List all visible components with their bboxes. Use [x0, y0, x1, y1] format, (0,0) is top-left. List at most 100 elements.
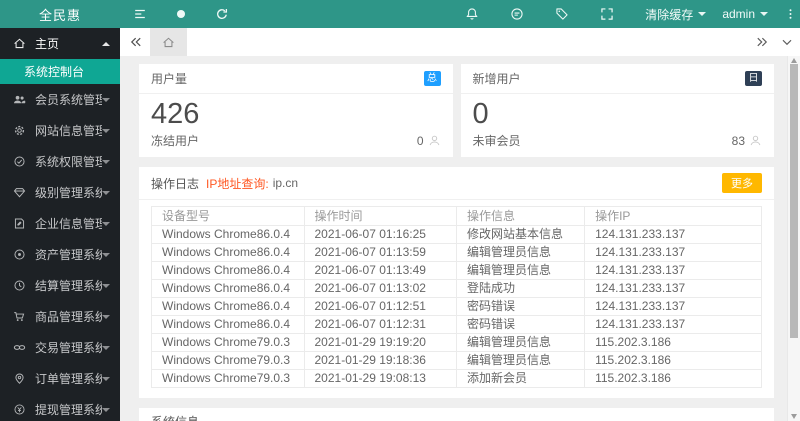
caret-down-icon [102, 190, 110, 195]
notifications-bell-icon[interactable] [465, 7, 479, 21]
sidebar-item-label: 订单管理系统 [35, 372, 102, 386]
scroll-up-arrow-icon[interactable] [791, 58, 797, 63]
stat-badge-total[interactable]: 总 [423, 71, 441, 86]
stat-cards: 用户量 总 426 冻结用户 0 新增用户 日 0 未审会员 83 [139, 64, 774, 157]
users-icon [13, 93, 26, 106]
table-row: Windows Chrome86.0.4 2021-06-07 01:16:25 修… [151, 225, 762, 244]
sidebar-item-2[interactable]: 网站信息管理 [0, 115, 120, 146]
operation-log-card: 操作日志 IP地址查询: ip.cn 更多 设备型号 操作时间 操作信息 操作IP W… [139, 167, 774, 398]
sidebar-item-10[interactable]: 订单管理系统 [0, 363, 120, 394]
sidebar-item-label: 结算管理系统 [35, 279, 102, 293]
caret-down-icon [102, 252, 110, 257]
stat-footer-label: 冻结用户 [151, 134, 200, 148]
topbar-right: 清除缓存 admin [465, 6, 800, 23]
caret-down-icon [102, 376, 110, 381]
column-header: 操作时间 [303, 206, 457, 226]
stat-value: 0 [472, 98, 489, 130]
sidebar-item-9[interactable]: 交易管理系统 [0, 332, 120, 363]
app-logo: 全民惠 [38, 7, 81, 23]
ip-query-label: IP地址查询: [206, 176, 269, 191]
collapse-sidebar-icon[interactable] [133, 7, 147, 21]
chevron-down-icon [760, 12, 768, 16]
column-header: 操作信息 [455, 206, 586, 226]
stat-card-title: 用户量 [151, 72, 188, 86]
topbar: 清除缓存 admin [120, 0, 800, 28]
system-info-card: 系统信息 当前版本域名 [139, 408, 774, 421]
caret-down-icon [102, 97, 110, 102]
messages-icon[interactable] [510, 7, 524, 21]
doc-icon [13, 217, 26, 230]
sidebar-item-6[interactable]: 资产管理系统 [0, 239, 120, 270]
scroll-down-arrow-icon[interactable] [791, 414, 797, 419]
stat-card-users: 用户量 总 426 冻结用户 0 [139, 64, 453, 157]
gear-icon [13, 124, 26, 137]
sidebar-item-label: 系统权限管理 [35, 155, 102, 169]
tab-bar [120, 28, 800, 56]
operation-log-table: 设备型号 操作时间 操作信息 操作IP Windows Chrome86.0.4 202… [151, 206, 762, 388]
stat-card-new-users: 新增用户 日 0 未审会员 83 [460, 64, 774, 157]
fullscreen-icon[interactable] [600, 7, 614, 21]
sidebar-item-11[interactable]: 提现管理系统 [0, 394, 120, 421]
clock-icon [13, 279, 26, 292]
pin-icon [13, 372, 26, 385]
gem-icon [13, 186, 26, 199]
scrollbar-thumb[interactable] [790, 64, 798, 338]
cart-icon [13, 310, 26, 323]
sidebar-subitem-console[interactable]: 系统控制台 [0, 59, 120, 84]
column-header: 设备型号 [151, 206, 305, 226]
tab-home[interactable] [150, 28, 187, 56]
coin-icon [13, 403, 26, 416]
scroll-tabs-left-icon[interactable] [129, 35, 143, 49]
sidebar-item-1[interactable]: 会员系统管理 [0, 84, 120, 115]
refresh-icon[interactable] [215, 7, 229, 21]
caret-down-icon [102, 314, 110, 319]
system-info-title: 系统信息 [139, 408, 774, 421]
main-area: 用户量 总 426 冻结用户 0 新增用户 日 0 未审会员 83 操作日志 I… [120, 28, 800, 421]
sidebar-item-label: 资产管理系统 [35, 248, 102, 262]
sidebar-item-0[interactable]: 主页 [0, 28, 120, 59]
caret-down-icon [102, 345, 110, 350]
caret-down-icon [102, 283, 110, 288]
sidebar-item-label: 主页 [35, 37, 60, 51]
log-card-title: 操作日志 [151, 176, 200, 191]
sidebar-item-label: 提现管理系统 [35, 403, 102, 417]
target-icon [13, 248, 26, 261]
sidebar-item-7[interactable]: 结算管理系统 [0, 270, 120, 301]
dashboard-content: 用户量 总 426 冻结用户 0 新增用户 日 0 未审会员 83 操作日志 I… [120, 56, 787, 421]
caret-down-icon [102, 159, 110, 164]
column-header: 操作IP [584, 206, 762, 226]
theme-dot-icon[interactable] [174, 7, 188, 21]
person-icon [428, 134, 441, 147]
caret-down-icon [102, 407, 110, 412]
table-row: Windows Chrome79.0.3 2021-01-29 19:19:20 编… [151, 333, 762, 352]
app-header: 全民惠 清除缓存 admin [0, 0, 800, 28]
stat-badge-daily[interactable]: 日 [745, 71, 762, 86]
sidebar-item-3[interactable]: 系统权限管理 [0, 146, 120, 177]
table-row: Windows Chrome86.0.4 2021-06-07 01:13:49 编… [151, 261, 762, 280]
ip-query-link[interactable]: ip.cn [273, 176, 298, 190]
scroll-tabs-right-icon[interactable] [755, 35, 769, 49]
sidebar-item-5[interactable]: 企业信息管理 [0, 208, 120, 239]
tab-bar-right [755, 35, 800, 49]
stat-footer-value: 83 [731, 133, 745, 148]
more-options-kebab-icon[interactable] [784, 7, 797, 21]
table-row: Windows Chrome86.0.4 2021-06-07 01:13:59 编… [151, 243, 762, 262]
table-row: Windows Chrome86.0.4 2021-06-07 01:13:02 登… [151, 279, 762, 298]
more-button[interactable]: 更多 [722, 173, 762, 193]
tab-options-chevron-icon[interactable] [780, 35, 794, 49]
sidebar-item-label: 会员系统管理 [35, 93, 102, 107]
chevron-down-icon [698, 12, 707, 16]
check-icon [13, 155, 26, 168]
user-menu[interactable]: admin [722, 7, 768, 21]
sidebar-item-4[interactable]: 级别管理系统 [0, 177, 120, 208]
sidebar-menu: 主页系统控制台会员系统管理网站信息管理系统权限管理级别管理系统企业信息管理 资产管… [0, 28, 120, 421]
link-icon [13, 341, 26, 354]
vertical-scrollbar[interactable] [787, 56, 800, 421]
sidebar-item-8[interactable]: 商品管理系统 [0, 301, 120, 332]
clear-cache-menu[interactable]: 清除缓存 [645, 6, 707, 23]
sidebar-item-label: 企业信息管理 [35, 217, 102, 231]
tag-icon[interactable] [555, 7, 569, 21]
sidebar-item-label: 商品管理系统 [35, 310, 102, 324]
caret-down-icon [102, 221, 110, 226]
username: admin [722, 7, 755, 21]
